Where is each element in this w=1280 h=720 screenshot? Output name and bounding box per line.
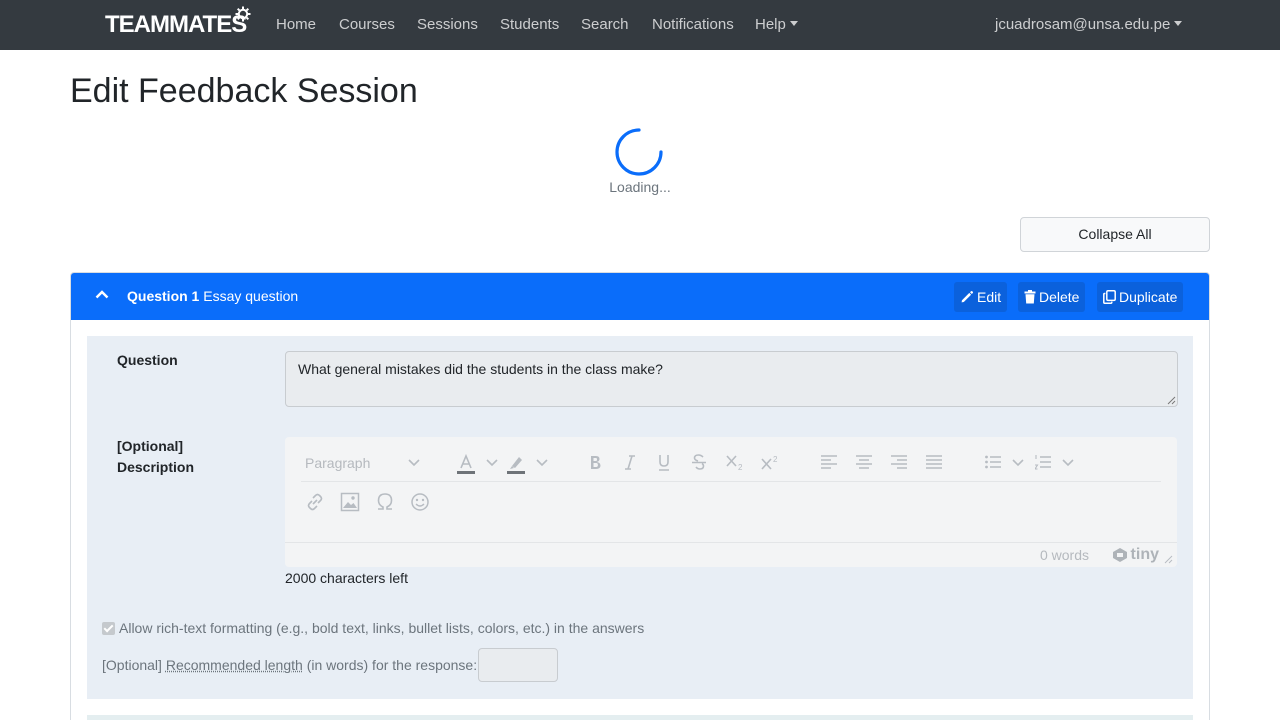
tiny-logo[interactable]: tiny xyxy=(1112,546,1159,564)
nav-home[interactable]: Home xyxy=(276,0,316,50)
question-type: Essay question xyxy=(203,288,299,304)
highlight-color-icon[interactable] xyxy=(506,444,526,482)
user-menu-dropdown[interactable]: jcuadrosam@unsa.edu.pe xyxy=(995,0,1182,50)
description-label-optional: [Optional] xyxy=(117,438,184,454)
image-icon[interactable] xyxy=(340,483,360,521)
edit-label: Edit xyxy=(977,289,1002,305)
editor-toolbar-row-1: Paragraph 2 2 xyxy=(301,444,1161,482)
numbered-list-icon[interactable] xyxy=(1035,444,1051,482)
brand-logo[interactable]: TEAMMATES xyxy=(105,6,251,44)
superscript-icon[interactable]: 2 xyxy=(760,444,780,482)
chevron-down-icon[interactable] xyxy=(407,444,421,482)
duplicate-question-button[interactable]: Duplicate xyxy=(1097,282,1184,312)
rich-text-label: Allow rich-text formatting (e.g., bold t… xyxy=(119,620,645,636)
edit-question-button[interactable]: Edit xyxy=(954,282,1008,312)
subscript-icon[interactable]: 2 xyxy=(725,444,745,482)
strikethrough-icon[interactable] xyxy=(691,444,707,482)
trash-icon xyxy=(1024,290,1036,304)
rec-suffix: (in words) for the response: xyxy=(306,657,478,673)
chevron-up-icon[interactable] xyxy=(95,289,109,299)
editor-toolbar-row-2 xyxy=(301,483,1161,521)
question-title: Question 1 Essay question xyxy=(127,273,298,320)
nav-help-label: Help xyxy=(755,16,786,33)
block-format-value: Paragraph xyxy=(305,455,371,471)
emoji-icon[interactable] xyxy=(410,483,430,521)
pencil-icon xyxy=(961,290,974,303)
recommended-length-row: [Optional] Recommended length (in words)… xyxy=(102,648,559,682)
brand-name: TEAMMATES xyxy=(105,11,247,38)
chevron-down-icon[interactable] xyxy=(1061,444,1075,482)
rich-text-option: Allow rich-text formatting (e.g., bold t… xyxy=(102,620,644,636)
delete-label: Delete xyxy=(1039,289,1080,305)
align-justify-icon[interactable] xyxy=(926,444,942,482)
question-number: Question 1 xyxy=(127,288,200,304)
italic-icon[interactable] xyxy=(624,444,636,482)
question-card-header[interactable]: Question 1 Essay question Edit Delete Du xyxy=(71,273,1209,320)
loading-spinner-icon xyxy=(615,128,663,176)
special-character-icon[interactable] xyxy=(375,483,395,521)
question-text-field[interactable]: What general mistakes did the students i… xyxy=(285,351,1178,407)
text-color-icon[interactable] xyxy=(456,444,476,482)
characters-left: 2000 characters left xyxy=(285,570,408,586)
editor-statusbar: 0 words tiny xyxy=(285,542,1177,567)
rich-text-checkbox[interactable] xyxy=(102,621,115,635)
resize-handle-icon[interactable] xyxy=(1167,396,1176,405)
rec-prefix: [Optional] xyxy=(102,657,162,673)
gear-icon xyxy=(235,6,251,22)
recommended-length-abbr: Recommended length xyxy=(165,657,303,673)
align-right-icon[interactable] xyxy=(891,444,907,482)
svg-text:2: 2 xyxy=(773,455,778,464)
link-icon[interactable] xyxy=(305,483,325,521)
tiny-brand: tiny xyxy=(1130,546,1159,563)
align-left-icon[interactable] xyxy=(821,444,837,482)
bold-icon[interactable] xyxy=(588,444,602,482)
nav-search[interactable]: Search xyxy=(581,0,629,50)
resize-handle-icon[interactable] xyxy=(1164,555,1173,564)
underline-icon[interactable] xyxy=(657,444,671,482)
top-navbar: TEAMMATES Home Courses Sessions Students… xyxy=(0,0,1280,50)
word-count: 0 words xyxy=(1039,547,1089,563)
copy-icon xyxy=(1103,290,1116,304)
question-form: Question What general mistakes did the s… xyxy=(87,336,1193,699)
delete-question-button[interactable]: Delete xyxy=(1018,282,1086,312)
nav-students[interactable]: Students xyxy=(500,0,559,50)
description-label: Description xyxy=(117,459,195,475)
chevron-down-icon[interactable] xyxy=(535,444,549,482)
chevron-down-icon[interactable] xyxy=(1011,444,1025,482)
bullet-list-icon[interactable] xyxy=(985,444,1001,482)
svg-text:2: 2 xyxy=(738,463,743,472)
duplicate-label: Duplicate xyxy=(1119,289,1178,305)
tiny-logo-icon xyxy=(1112,548,1127,562)
align-center-icon[interactable] xyxy=(856,444,872,482)
block-format-select[interactable]: Paragraph xyxy=(305,444,370,482)
question-card: Question 1 Essay question Edit Delete Du xyxy=(70,272,1210,720)
collapse-all-button[interactable]: Collapse All xyxy=(1020,217,1210,252)
question-label: Question xyxy=(117,352,178,368)
next-section-strip xyxy=(87,715,1193,720)
nav-sessions[interactable]: Sessions xyxy=(417,0,478,50)
page-title: Edit Feedback Session xyxy=(70,72,418,110)
recommended-length-input[interactable] xyxy=(478,648,559,682)
question-text: What general mistakes did the students i… xyxy=(298,361,663,377)
user-email: jcuadrosam@unsa.edu.pe xyxy=(995,16,1171,33)
nav-courses[interactable]: Courses xyxy=(339,0,395,50)
nav-help-dropdown[interactable]: Help xyxy=(755,0,798,50)
loading-text: Loading... xyxy=(609,179,671,195)
nav-notifications[interactable]: Notifications xyxy=(652,0,734,50)
description-rich-text-editor[interactable]: Paragraph 2 2 0 words tiny xyxy=(285,437,1177,567)
chevron-down-icon[interactable] xyxy=(485,444,499,482)
